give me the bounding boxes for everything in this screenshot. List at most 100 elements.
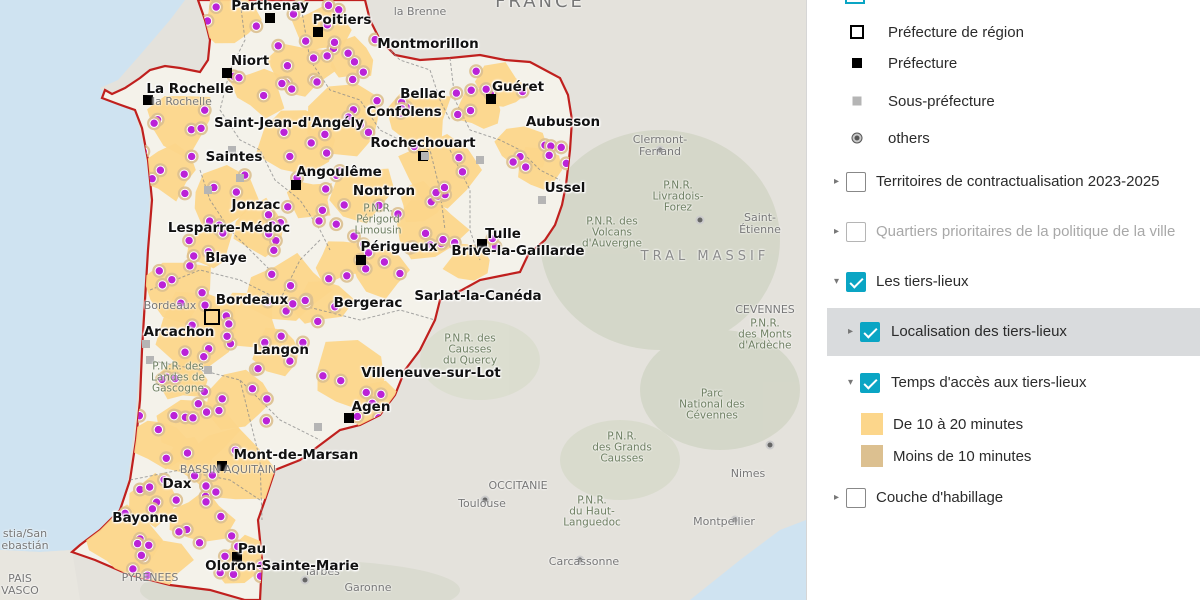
tiers-lieu-point[interactable] [347,74,358,85]
prefecture-marker[interactable] [356,255,366,265]
sous-prefecture-marker[interactable] [314,423,322,431]
checkbox-quartiers[interactable] [846,222,866,242]
tiers-lieu-point[interactable] [481,84,491,94]
tiers-lieu-point[interactable] [144,540,154,550]
tiers-lieu-point[interactable] [379,257,390,267]
tiers-lieu-point[interactable] [420,228,431,239]
tiers-lieu-point[interactable] [276,331,286,341]
tiers-lieu-point[interactable] [342,271,352,281]
tiers-lieu-point[interactable] [258,90,269,101]
tiers-lieu-point[interactable] [216,511,226,522]
tiers-lieu-point[interactable] [179,169,189,179]
chevron-right-icon[interactable]: ▸ [834,493,844,503]
tiers-lieu-point[interactable] [323,0,334,11]
layer-label[interactable]: Territoires de contractualisation 2023-2… [876,173,1160,190]
tiers-lieu-point[interactable] [273,41,283,51]
tiers-lieu-point[interactable] [361,387,371,398]
tiers-lieu-point[interactable] [308,53,319,63]
tiers-lieu-point[interactable] [285,280,296,291]
tiers-lieu-point[interactable] [186,151,197,162]
tiers-lieu-point[interactable] [153,424,164,435]
layer-label[interactable]: Temps d'accès aux tiers-lieux [891,374,1086,391]
tiers-lieu-point[interactable] [453,109,463,120]
tiers-lieu-point[interactable] [466,85,476,95]
tiers-lieu-point[interactable] [267,269,277,280]
tiers-lieu-point[interactable] [169,410,179,421]
tiers-lieu-point[interactable] [336,375,346,386]
prefecture-marker[interactable] [222,68,232,78]
tiers-lieu-point[interactable] [201,497,211,507]
tiers-lieu-point[interactable] [201,407,212,417]
tiers-lieu-point[interactable] [317,205,328,215]
tiers-lieu-point[interactable] [520,162,531,172]
prefecture-marker[interactable] [486,94,496,104]
tiers-lieu-point[interactable] [231,187,242,197]
tiers-lieu-point[interactable] [155,165,166,175]
sous-prefecture-marker[interactable] [142,340,150,348]
tiers-lieu-point[interactable] [318,371,328,381]
tiers-lieu-point[interactable] [217,394,227,404]
tiers-lieu-point[interactable] [313,316,323,327]
tiers-lieu-point[interactable] [132,538,143,549]
prefecture-marker[interactable] [313,27,323,37]
chevron-right-icon[interactable]: ▸ [834,227,844,237]
checkbox-tiers-lieux[interactable] [846,272,866,292]
sous-prefecture-marker[interactable] [476,156,484,164]
tiers-lieu-point[interactable] [508,157,518,167]
tiers-lieu-point[interactable] [194,538,205,548]
tiers-lieu-point[interactable] [312,77,322,87]
tiers-lieu-point[interactable] [180,188,190,199]
tiers-lieu-point[interactable] [214,405,224,416]
tiers-lieu-point[interactable] [224,319,234,329]
tiers-lieu-point[interactable] [285,356,295,366]
tiers-lieu-point[interactable] [222,331,232,341]
tiers-lieu-point[interactable] [253,363,263,374]
chevron-right-icon[interactable]: ▸ [848,327,858,337]
tiers-lieu-point[interactable] [301,36,311,46]
tiers-lieu-point[interactable] [451,88,462,98]
tiers-lieu-point[interactable] [322,51,332,61]
tiers-lieu-point[interactable] [544,150,554,161]
tiers-lieu-point[interactable] [234,72,244,83]
tiers-lieu-point[interactable] [320,129,330,140]
checkbox-temps-acces[interactable] [860,373,880,393]
tiers-lieu-point[interactable] [211,487,221,497]
tiers-lieu-point[interactable] [184,235,194,246]
tiers-lieu-point[interactable] [277,78,287,89]
tiers-lieu-point[interactable] [471,66,481,76]
tiers-lieu-point[interactable] [201,481,211,491]
sous-prefecture-marker[interactable] [204,186,212,194]
tiers-lieu-point[interactable] [343,48,353,58]
map-view[interactable]: FRANCE la Brenne Clermont- Ferrand P.N.R. Liv… [0,0,806,600]
tiers-lieu-point[interactable] [196,123,206,133]
tiers-lieu-point[interactable] [134,411,145,421]
tiers-lieu-point[interactable] [439,182,450,193]
layer-habillage[interactable]: ▸ Couche d'habillage [807,478,1200,518]
layer-temps-acces[interactable]: ▾ Temps d'accès aux tiers-lieux [807,363,1200,403]
checkbox-territoires[interactable] [846,172,866,192]
tiers-lieu-point[interactable] [193,399,204,409]
sous-prefecture-marker[interactable] [204,366,212,374]
sous-prefecture-marker[interactable] [421,152,429,160]
checkbox-habillage[interactable] [846,488,866,508]
layer-quartiers[interactable]: ▸ Quartiers prioritaires de la politique… [807,212,1200,252]
layer-territoires[interactable]: ▸ Territoires de contractualisation 2023… [807,162,1200,202]
tiers-lieu-point[interactable] [454,152,464,163]
tiers-lieu-point[interactable] [226,531,237,541]
tiers-lieu-point[interactable] [324,274,334,284]
tiers-lieu-point[interactable] [465,105,476,116]
sous-prefecture-marker[interactable] [236,174,244,182]
prefecture-marker[interactable] [291,180,301,190]
layer-label[interactable]: Les tiers-lieux [876,273,969,290]
tiers-lieu-point[interactable] [180,347,190,357]
tiers-lieu-point[interactable] [358,67,369,77]
tiers-lieu-point[interactable] [251,21,262,31]
tiers-lieu-point[interactable] [197,288,207,298]
tiers-lieu-point[interactable] [556,142,566,153]
tiers-lieu-point[interactable] [329,37,340,48]
checkbox-localisation[interactable] [860,322,880,342]
tiers-lieu-point[interactable] [269,245,279,256]
tiers-lieu-point[interactable] [321,184,331,194]
tiers-lieu-point[interactable] [339,200,349,210]
tiers-lieu-point[interactable] [154,266,164,276]
